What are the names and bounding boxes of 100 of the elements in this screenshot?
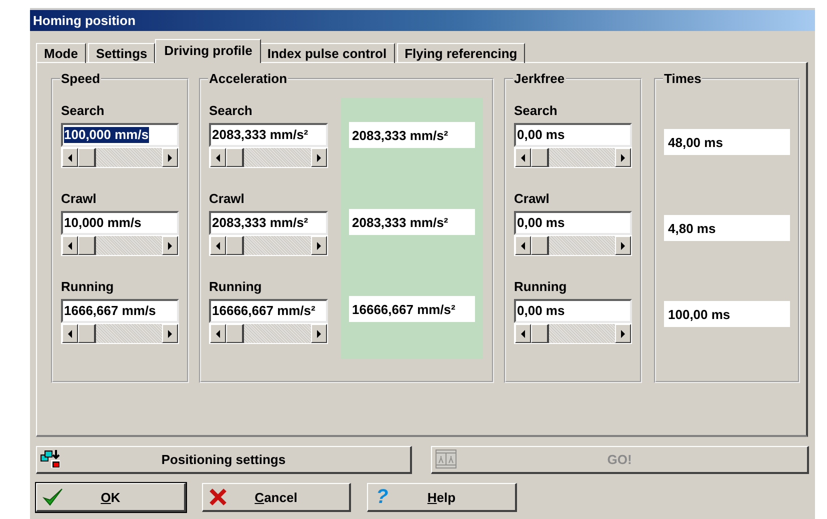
scrollbar-thumb[interactable] [78, 324, 96, 343]
scroll-left-button[interactable] [62, 148, 78, 167]
right-arrow-icon [167, 330, 173, 338]
scroll-left-button[interactable] [515, 148, 531, 167]
scrollbar-thumb[interactable] [226, 324, 244, 343]
film-strip-icon [435, 449, 457, 469]
dialog-button[interactable]: Cancel [202, 483, 351, 512]
tab[interactable]: Mode [36, 43, 86, 63]
scrollbar[interactable] [209, 323, 328, 344]
scrollbar[interactable] [514, 147, 632, 168]
left-arrow-icon [67, 330, 73, 338]
time-value: 4,80 ms [664, 215, 790, 241]
left-arrow-icon [67, 154, 73, 162]
right-arrow-icon [167, 154, 173, 162]
dialog-button[interactable]: OK [36, 483, 186, 512]
left-arrow-icon [520, 154, 526, 162]
scrollbar[interactable] [514, 323, 632, 344]
scrollbar[interactable] [61, 147, 179, 168]
field-value: 2083,333 mm/s² [212, 215, 308, 231]
scrollbar[interactable] [209, 147, 328, 168]
input-field[interactable]: 100,000 mm/s [61, 123, 179, 147]
right-arrow-icon [620, 330, 626, 338]
input-field[interactable]: 0,00 ms [514, 299, 632, 323]
left-arrow-icon [215, 330, 221, 338]
scrollbar-thumb[interactable] [78, 236, 96, 255]
scroll-right-button[interactable] [615, 324, 631, 343]
field-value: 10,000 mm/s [64, 215, 142, 231]
field-label: Crawl [61, 191, 98, 207]
scrollbar[interactable] [209, 235, 328, 256]
field-value: 0,00 ms [517, 215, 565, 231]
group-title: Acceleration [208, 71, 288, 86]
result-value: 2083,333 mm/s² [349, 209, 475, 235]
field-value: 0,00 ms [517, 127, 565, 143]
input-field[interactable]: 2083,333 mm/s² [209, 123, 328, 147]
scrollbar-thumb[interactable] [78, 148, 96, 167]
input-field[interactable]: 1666,667 mm/s [61, 299, 179, 323]
group-title: Times [663, 71, 702, 86]
left-arrow-icon [520, 242, 526, 250]
scrollbar-thumb[interactable] [226, 236, 244, 255]
scrollbar-thumb[interactable] [531, 324, 549, 343]
scrollbar-thumb[interactable] [226, 148, 244, 167]
field-value: 100,000 mm/s [64, 127, 149, 143]
input-field[interactable]: 2083,333 mm/s² [209, 211, 328, 235]
scroll-left-button[interactable] [62, 236, 78, 255]
scroll-right-button[interactable] [162, 148, 178, 167]
group-title: Speed [60, 71, 102, 86]
input-field[interactable]: 0,00 ms [514, 211, 632, 235]
right-arrow-icon [620, 242, 626, 250]
right-arrow-icon [620, 154, 626, 162]
field-value: 0,00 ms [517, 303, 565, 319]
scrollbar[interactable] [61, 323, 179, 344]
scroll-right-button[interactable] [311, 324, 327, 343]
check-icon [42, 487, 64, 507]
field-value: 1666,667 mm/s [64, 303, 156, 319]
scroll-right-button[interactable] [615, 236, 631, 255]
right-arrow-icon [316, 242, 322, 250]
scroll-left-button[interactable] [62, 324, 78, 343]
tab[interactable]: Driving profile [155, 39, 262, 63]
left-arrow-icon [520, 330, 526, 338]
field-label: Running [514, 279, 568, 295]
scroll-right-button[interactable] [311, 148, 327, 167]
action-button[interactable]: Positioning settings [36, 446, 412, 474]
scroll-right-button[interactable] [311, 236, 327, 255]
input-field[interactable]: 16666,667 mm/s² [209, 299, 328, 323]
right-arrow-icon [316, 330, 322, 338]
field-label: Running [209, 279, 263, 295]
input-field[interactable]: 10,000 mm/s [61, 211, 179, 235]
right-arrow-icon [316, 154, 322, 162]
window-title: Homing position [33, 13, 136, 28]
scrollbar[interactable] [61, 235, 179, 256]
field-label: Search [514, 103, 558, 119]
tab[interactable]: Index pulse control [259, 43, 395, 63]
windows-arrow-icon [40, 449, 62, 469]
left-arrow-icon [215, 154, 221, 162]
scroll-left-button[interactable] [210, 148, 226, 167]
result-value: 16666,667 mm/s² [349, 296, 475, 322]
scroll-left-button[interactable] [210, 324, 226, 343]
dialog-button[interactable]: ? Help [367, 483, 517, 512]
field-label: Running [61, 279, 115, 295]
scrollbar-thumb[interactable] [531, 148, 549, 167]
field-value: 2083,333 mm/s² [212, 127, 308, 143]
help-icon: ? [376, 486, 388, 508]
field-label: Crawl [209, 191, 246, 207]
field-label: Search [209, 103, 254, 119]
scroll-right-button[interactable] [162, 324, 178, 343]
input-field[interactable]: 0,00 ms [514, 123, 632, 147]
tab[interactable]: Flying referencing [396, 43, 526, 63]
scroll-left-button[interactable] [210, 236, 226, 255]
scroll-left-button[interactable] [515, 324, 531, 343]
time-value: 48,00 ms [664, 129, 790, 155]
scroll-right-button[interactable] [615, 148, 631, 167]
field-value: 16666,667 mm/s² [212, 303, 316, 319]
scroll-right-button[interactable] [162, 236, 178, 255]
scrollbar-thumb[interactable] [531, 236, 549, 255]
scrollbar[interactable] [514, 235, 632, 256]
close-icon [208, 487, 228, 507]
right-arrow-icon [167, 242, 173, 250]
scroll-left-button[interactable] [515, 236, 531, 255]
left-arrow-icon [67, 242, 73, 250]
result-value: 2083,333 mm/s² [349, 122, 475, 148]
